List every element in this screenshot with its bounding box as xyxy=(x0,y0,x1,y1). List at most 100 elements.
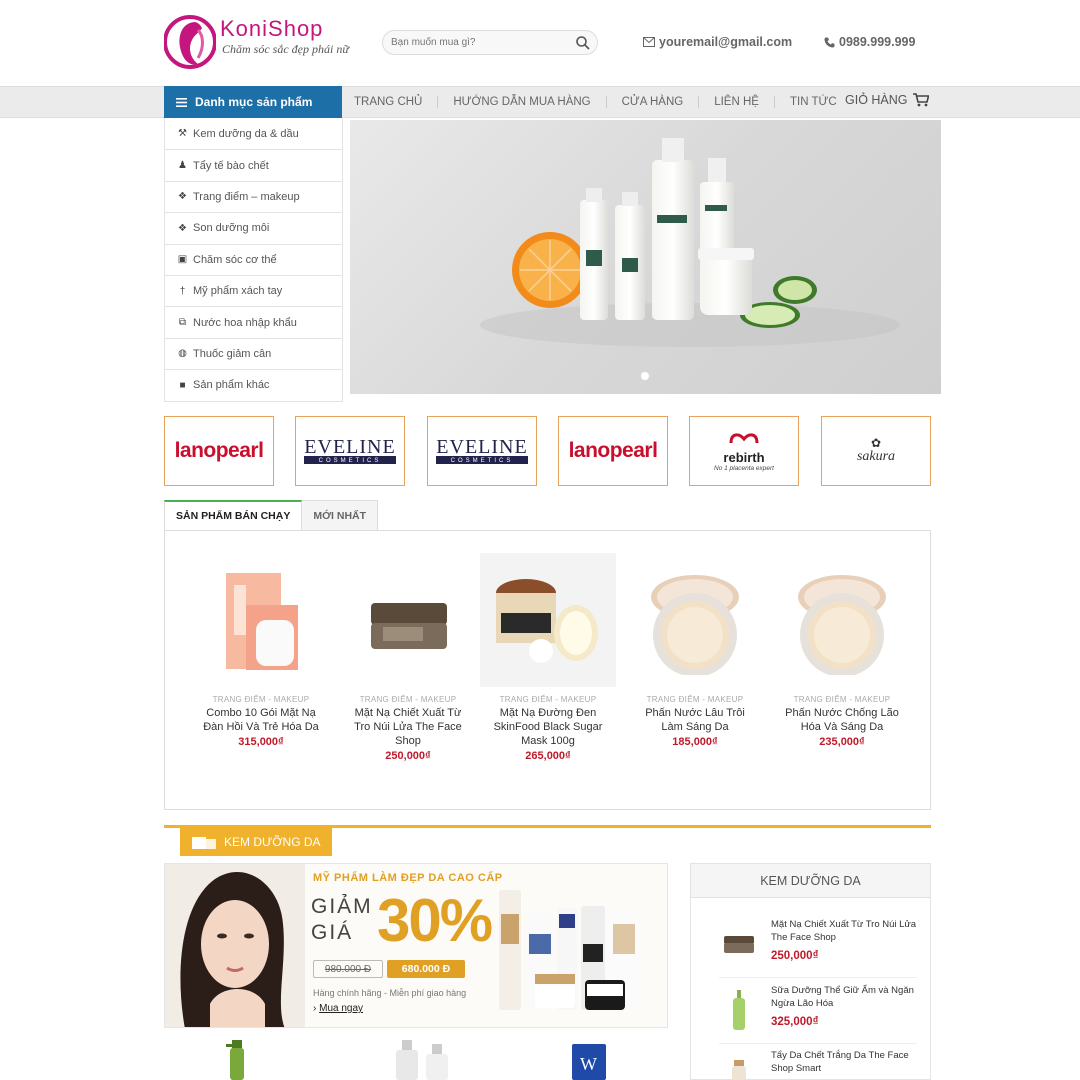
product-card[interactable]: Trang điểm - makeup Combo 10 Gói Mặt Nạ … xyxy=(193,553,329,748)
product-card[interactable]: Trang điểm - makeup Mặt Nạ Chiết Xuất Từ… xyxy=(340,553,476,762)
product-name[interactable]: Phấn Nước Chống Lão Hóa Và Sáng Da xyxy=(774,706,910,734)
brand-logo-rebirth[interactable]: rebirth No 1 placenta expert xyxy=(689,416,799,486)
category-menu-toggle[interactable]: Danh mục sản phẩm xyxy=(164,86,342,118)
category-item[interactable]: ❖ Trang điểm – makeup xyxy=(165,180,342,212)
site-header: KoniShop Chăm sóc sắc đẹp phái nữ yourem… xyxy=(0,0,1080,86)
category-item[interactable]: ⚒ Kem dưỡng da & dầu xyxy=(165,118,342,149)
product-name[interactable]: Mặt Nạ Chiết Xuất Từ Tro Núi Lửa The Fac… xyxy=(340,706,476,748)
email-text: youremail@gmail.com xyxy=(659,35,793,49)
globe-icon: ◍ xyxy=(178,348,187,360)
contact-phone[interactable]: 0989.999.999 xyxy=(824,35,915,49)
widget-product-name[interactable]: Sữa Dưỡng Thể Giữ Ẩm và Ngăn Ngừa Lão Hó… xyxy=(771,984,921,1010)
category-menu-label: Danh mục sản phẩm xyxy=(195,95,313,109)
search-icon[interactable] xyxy=(575,35,591,51)
category-label: Son dưỡng môi xyxy=(193,222,270,235)
category-label: Kem dưỡng da & dầu xyxy=(193,127,299,140)
folder-icon xyxy=(192,837,216,849)
brand-logo-eveline[interactable]: EVELINE COSMETICS xyxy=(427,416,537,486)
slider-dot xyxy=(641,372,649,380)
brand-name: lanopearl xyxy=(174,439,264,462)
promo-discount-word: GIẢM GIÁ xyxy=(311,895,373,944)
category-item[interactable]: ◍ Thuốc giảm cân xyxy=(165,337,342,369)
promo-products-image xyxy=(499,890,639,1010)
category-item[interactable]: ⧉ Nước hoa nhập khẩu xyxy=(165,306,342,337)
hero-slider[interactable] xyxy=(350,120,941,394)
category-label: Mỹ phẩm xách tay xyxy=(193,285,283,298)
product-card[interactable]: Trang điểm - makeup Phấn Nước Chống Lão … xyxy=(774,553,910,748)
nav-home[interactable]: Trang chủ xyxy=(342,96,439,108)
widget-product-name[interactable]: Mặt Nạ Chiết Xuất Từ Tro Núi Lửa The Fac… xyxy=(771,918,921,944)
promo-new-price: 680.000 Đ xyxy=(387,960,465,978)
hero-product-image xyxy=(480,138,900,380)
widget-product-name[interactable]: Tẩy Da Chết Trắng Da The Face Shop Smart xyxy=(771,1049,921,1075)
widget-product-price: 250,000₫ xyxy=(771,950,819,962)
users-icon: ♟ xyxy=(178,160,187,172)
tab-best-sellers[interactable]: Sản phẩm bán chạy xyxy=(164,500,303,531)
cubes-icon: ❖ xyxy=(178,222,187,234)
product-image xyxy=(193,553,329,687)
section-title: Kem dưỡng da xyxy=(224,835,321,849)
gift-icon: ▣ xyxy=(177,254,188,266)
category-label: Nước hoa nhập khẩu xyxy=(193,316,297,329)
woman-profile-logo-icon xyxy=(164,15,216,69)
tab-newest[interactable]: Mới nhất xyxy=(302,500,379,531)
pin-icon: † xyxy=(179,285,186,297)
category-item[interactable]: ■ Sản phẩm khác xyxy=(165,369,342,400)
category-widget: Kem dưỡng da Mặt Nạ Chiết Xuất Từ Tro Nú… xyxy=(690,863,931,1080)
brand-name: lanopearl xyxy=(568,439,658,462)
product-name[interactable]: Phấn Nước Lâu Trôi Làm Sáng Da xyxy=(627,706,763,734)
category-item[interactable]: ❖ Son dưỡng môi xyxy=(165,212,342,243)
product-card[interactable]: Trang điểm - makeup Phấn Nước Lâu Trôi L… xyxy=(627,553,763,748)
product-row-partial: W xyxy=(164,1040,668,1080)
search-input[interactable] xyxy=(383,31,563,54)
product-price: 265,000₫ xyxy=(525,750,571,762)
promo-buy-link[interactable]: › Mua ngay xyxy=(313,1003,363,1014)
brand-logo-lanopearl[interactable]: lanopearl xyxy=(164,416,274,486)
site-logo[interactable]: KoniShop Chăm sóc sắc đẹp phái nữ xyxy=(164,14,354,70)
category-item[interactable]: ▣ Chăm sóc cơ thể xyxy=(165,243,342,275)
product-name[interactable]: Combo 10 Gói Mặt Nạ Đàn Hồi Và Trẻ Hóa D… xyxy=(193,706,329,734)
search-box xyxy=(382,30,598,55)
brand-sub: COSMETICS xyxy=(436,458,528,464)
nav-contact[interactable]: Liên hệ xyxy=(699,96,775,108)
phone-text: 0989.999.999 xyxy=(839,35,916,49)
product-price: 250,000₫ xyxy=(385,750,431,762)
widget-product-price: 325,000₫ xyxy=(771,1016,819,1028)
product-thumbnail xyxy=(719,990,759,1030)
contact-email[interactable]: youremail@gmail.com xyxy=(643,35,792,49)
product-category: Trang điểm - makeup xyxy=(212,695,310,704)
widget-title: Kem dưỡng da xyxy=(691,864,930,898)
widget-product-item[interactable]: Mặt Nạ Chiết Xuất Từ Tro Núi Lửa The Fac… xyxy=(719,918,917,978)
category-item[interactable]: † Mỹ phẩm xách tay xyxy=(165,274,342,306)
category-item[interactable]: ♟ Tẩy tế bào chết xyxy=(165,149,342,180)
cubes-icon: ❖ xyxy=(178,191,187,203)
promo-old-price: 980.000 Đ xyxy=(313,960,383,978)
product-name[interactable]: Mặt Nạ Đường Đen SkinFood Black Sugar Ma… xyxy=(480,706,616,748)
product-card[interactable]: Trang điểm - makeup Mặt Nạ Đường Đen Ski… xyxy=(480,553,616,762)
widget-product-item[interactable]: Sữa Dưỡng Thể Giữ Ẩm và Ngăn Ngừa Lão Hó… xyxy=(719,984,917,1044)
product-grid: Trang điểm - makeup Combo 10 Gói Mặt Nạ … xyxy=(164,530,931,810)
product-category: Trang điểm - makeup xyxy=(646,695,744,704)
category-list: ⚒ Kem dưỡng da & dầu ♟ Tẩy tế bào chết ❖ Tr… xyxy=(164,118,343,402)
product-images-partial: W xyxy=(226,1040,606,1080)
brand-logo-sakura[interactable]: ✿ sakura xyxy=(821,416,931,486)
phone-icon xyxy=(824,37,835,47)
brand-logo-eveline[interactable]: EVELINE COSMETICS xyxy=(295,416,405,486)
brand-logo-lanopearl[interactable]: lanopearl xyxy=(558,416,668,486)
promo-percent: 30% xyxy=(377,887,493,954)
brand-name: KoniShop xyxy=(220,16,324,41)
hamburger-icon xyxy=(176,97,187,107)
product-thumbnail xyxy=(719,1055,759,1080)
promo-banner[interactable]: MỸ PHẨM LÀM ĐẸP DA CAO CẤP GIẢM GIÁ 30% … xyxy=(164,863,668,1028)
nav-store[interactable]: Cửa hàng xyxy=(607,96,700,108)
nav-links: Trang chủ Hướng dẫn mua hàng Cửa hàng Li… xyxy=(342,86,852,118)
cart-link[interactable]: GIỎ HÀNG xyxy=(845,93,929,107)
product-image xyxy=(480,553,616,687)
promo-headline: MỸ PHẨM LÀM ĐẸP DA CAO CẤP xyxy=(313,872,503,884)
product-category: Trang điểm - makeup xyxy=(499,695,597,704)
nav-news[interactable]: Tin tức xyxy=(775,96,852,108)
product-price: 185,000₫ xyxy=(672,736,718,748)
section-title-tab[interactable]: Kem dưỡng da xyxy=(180,828,332,856)
widget-product-item[interactable]: Tẩy Da Chết Trắng Da The Face Shop Smart xyxy=(719,1049,917,1080)
nav-shopping-guide[interactable]: Hướng dẫn mua hàng xyxy=(438,96,607,108)
